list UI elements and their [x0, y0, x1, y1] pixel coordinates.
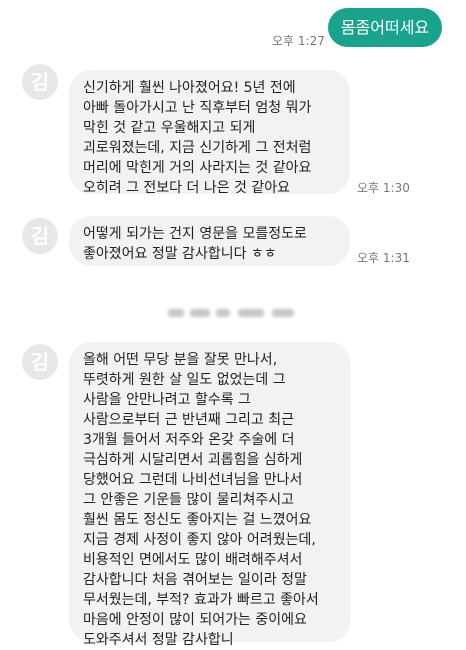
message-timestamp: 오후 1:30 — [357, 181, 410, 195]
message-line: 괴로워졌는데, 지금 신기하게 그 전처럼 — [83, 140, 312, 156]
message-line: 감사합니다 처음 겪어보는 일이라 정말 — [83, 572, 307, 588]
message-line: 머리에 막힌게 거의 사라지는 것 같아요 — [83, 160, 312, 176]
message-line: 당했어요 그런데 나비선녀님을 만나서 — [83, 472, 303, 488]
message-line: 올해 어떤 무당 분을 잘못 만나서, — [83, 352, 278, 368]
message-line: 오히려 그 전보다 더 나은 것 같아요 — [83, 180, 291, 196]
message-line: 무서웠는데, 부적? 효과가 빠르고 좋아서 — [83, 592, 319, 608]
message-line: 지금 경제 사정이 좋지 않아 어려웠는데, — [83, 532, 316, 548]
message-line: 극심하게 시달리면서 괴롭힘을 심하게 — [83, 452, 303, 468]
message-line: 아빠 돌아가시고 난 직후부터 엄청 뭐가 — [83, 100, 312, 116]
message-line: 비용적인 면에서도 많이 배려해주셔서 — [83, 552, 303, 568]
message-line: 막힌 것 같고 우울해지고 되게 — [83, 120, 256, 136]
blurred-sender-name — [168, 306, 296, 320]
incoming-message-bubble[interactable]: 올해 어떤 무당 분을 잘못 만나서, 뚜렷하게 원한 살 일도 없었는데 그 … — [69, 342, 351, 648]
chat-conversation: 몸좀어떠세요 오후 1:27 김 신기하게 훨씬 나아졌어요! 5년 전에 아빠… — [0, 0, 466, 648]
message-line: 사람으로부터 근 반년째 그리고 최근 — [83, 412, 294, 428]
incoming-message-bubble[interactable]: 어떻게 되가는 건지 영문을 모를정도로 좋아졌어요 정말 감사합니다 ㅎㅎ — [69, 216, 350, 266]
sender-avatar[interactable]: 김 — [22, 344, 58, 380]
outgoing-message-bubble[interactable]: 몸좀어떠세요 — [328, 8, 442, 47]
message-line: 신기하게 훨씬 나아졌어요! 5년 전에 — [83, 80, 296, 96]
message-line: 마음에 안정이 많이 되어가는 중이에요 — [83, 612, 307, 628]
message-line: 훨씬 몸도 정신도 좋아지는 걸 느꼈어요 — [83, 512, 312, 528]
message-line: 좋아졌어요 정말 감사합니다 ㅎㅎ — [83, 246, 277, 262]
sender-avatar[interactable]: 김 — [22, 218, 58, 254]
message-line: 그 안좋은 기운들 많이 물리쳐주시고 — [83, 492, 294, 508]
message-line: 3개월 들어서 저주와 온갖 주술에 더 — [83, 432, 295, 448]
message-line: 어떻게 되가는 건지 영문을 모를정도로 — [83, 226, 307, 242]
sender-avatar[interactable]: 김 — [22, 64, 58, 100]
message-line: 뚜렷하게 원한 살 일도 없었는데 그 — [83, 372, 286, 388]
message-line: 사람을 안만나려고 할수록 그 — [83, 392, 251, 408]
message-timestamp: 오후 1:31 — [357, 251, 410, 265]
message-line: 도와주셔서 정말 감사합니 — [83, 632, 234, 648]
message-timestamp: 오후 1:27 — [272, 34, 325, 48]
incoming-message-bubble[interactable]: 신기하게 훨씬 나아졌어요! 5년 전에 아빠 돌아가시고 난 직후부터 엄청 … — [69, 70, 350, 196]
